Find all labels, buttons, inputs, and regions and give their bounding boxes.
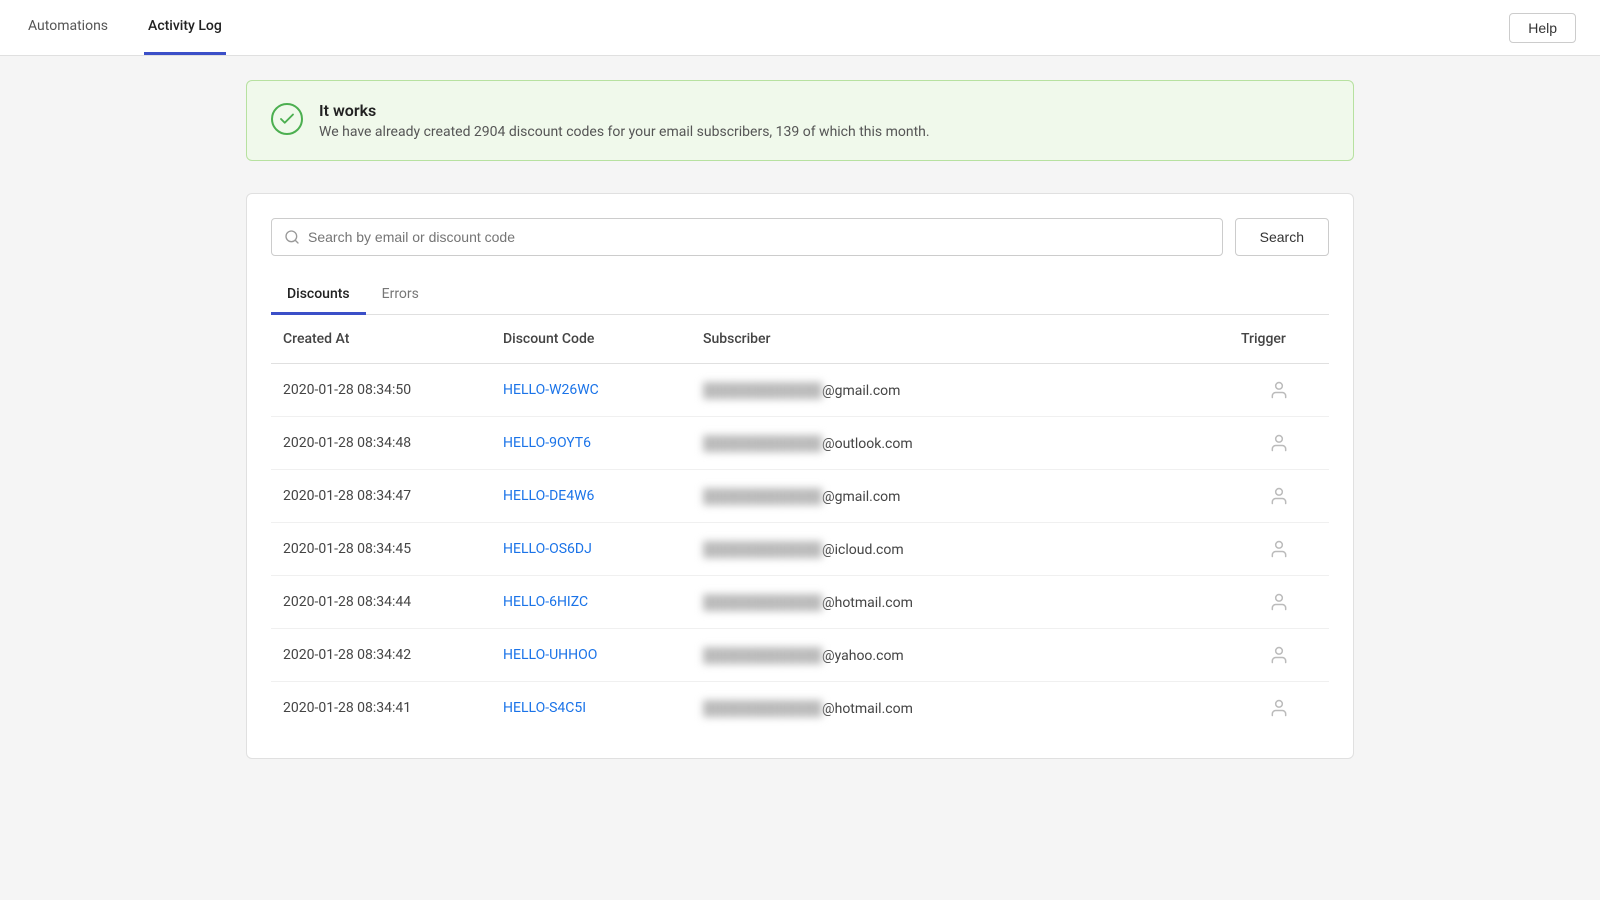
banner-title: It works [319,101,930,120]
table-row: 2020-01-28 08:34:44 HELLO-6HIZC ██████████… [271,576,1329,629]
cell-trigger [1229,629,1329,682]
subscriber-domain: @icloud.com [822,542,904,558]
subscriber-domain: @gmail.com [822,383,900,399]
subscriber-domain: @outlook.com [822,436,913,452]
cell-created-at: 2020-01-28 08:34:41 [271,682,491,735]
cell-created-at: 2020-01-28 08:34:44 [271,576,491,629]
subscriber-blurred: ████████████ [703,595,822,611]
person-icon [1241,539,1317,559]
person-icon [1241,645,1317,665]
cell-discount-code[interactable]: HELLO-W26WC [491,364,691,417]
person-icon [1241,698,1317,718]
table-row: 2020-01-28 08:34:48 HELLO-9OYT6 ██████████… [271,417,1329,470]
cell-subscriber: ████████████@yahoo.com [691,629,1229,682]
search-input-wrapper[interactable] [271,218,1223,256]
nav-tab-activity-log[interactable]: Activity Log [144,0,226,55]
tab-errors[interactable]: Errors [366,276,435,315]
subscriber-blurred: ████████████ [703,648,822,664]
cell-trigger [1229,682,1329,735]
table-row: 2020-01-28 08:34:47 HELLO-DE4W6 ██████████… [271,470,1329,523]
table-row: 2020-01-28 08:34:41 HELLO-S4C5I ██████████… [271,682,1329,735]
cell-discount-code[interactable]: HELLO-6HIZC [491,576,691,629]
subscriber-domain: @hotmail.com [822,595,913,611]
cell-discount-code[interactable]: HELLO-9OYT6 [491,417,691,470]
col-header-discount-code: Discount Code [491,315,691,364]
person-icon [1241,433,1317,453]
success-banner: It works We have already created 2904 di… [246,80,1354,161]
person-icon [1241,486,1317,506]
cell-subscriber: ████████████@icloud.com [691,523,1229,576]
cell-trigger [1229,470,1329,523]
cell-discount-code[interactable]: HELLO-OS6DJ [491,523,691,576]
discount-code-link[interactable]: HELLO-W26WC [503,382,599,398]
cell-trigger [1229,364,1329,417]
person-icon [1241,592,1317,612]
cell-created-at: 2020-01-28 08:34:50 [271,364,491,417]
cell-discount-code[interactable]: HELLO-S4C5I [491,682,691,735]
main-card: Search Discounts Errors Created At Disco… [246,193,1354,759]
top-nav: Automations Activity Log Help [0,0,1600,56]
nav-tabs: Automations Activity Log [24,0,226,55]
checkmark-icon [278,110,296,128]
discount-code-link[interactable]: HELLO-OS6DJ [503,541,592,557]
tab-bar: Discounts Errors [271,276,1329,315]
banner-body: We have already created 2904 discount co… [319,124,930,140]
search-icon [284,229,300,245]
cell-created-at: 2020-01-28 08:34:45 [271,523,491,576]
subscriber-blurred: ████████████ [703,436,822,452]
main-content: It works We have already created 2904 di… [230,56,1370,783]
discount-code-link[interactable]: HELLO-DE4W6 [503,488,594,504]
cell-subscriber: ████████████@gmail.com [691,470,1229,523]
subscriber-domain: @yahoo.com [822,648,904,664]
subscriber-blurred: ████████████ [703,542,822,558]
banner-text-block: It works We have already created 2904 di… [319,101,930,140]
search-button[interactable]: Search [1235,218,1329,256]
cell-subscriber: ████████████@outlook.com [691,417,1229,470]
search-row: Search [271,218,1329,256]
cell-trigger [1229,523,1329,576]
subscriber-domain: @gmail.com [822,489,900,505]
table-row: 2020-01-28 08:34:42 HELLO-UHHOO ██████████… [271,629,1329,682]
subscriber-blurred: ████████████ [703,383,822,399]
cell-subscriber: ████████████@hotmail.com [691,682,1229,735]
discount-code-link[interactable]: HELLO-6HIZC [503,594,588,610]
discount-code-link[interactable]: HELLO-UHHOO [503,647,597,663]
table-header-row: Created At Discount Code Subscriber Trig… [271,315,1329,364]
subscriber-blurred: ████████████ [703,489,822,505]
cell-discount-code[interactable]: HELLO-UHHOO [491,629,691,682]
subscriber-domain: @hotmail.com [822,701,913,717]
cell-trigger [1229,417,1329,470]
cell-discount-code[interactable]: HELLO-DE4W6 [491,470,691,523]
search-input[interactable] [308,219,1210,255]
discounts-table: Created At Discount Code Subscriber Trig… [271,315,1329,734]
col-header-trigger: Trigger [1229,315,1329,364]
cell-created-at: 2020-01-28 08:34:48 [271,417,491,470]
cell-created-at: 2020-01-28 08:34:42 [271,629,491,682]
tab-discounts[interactable]: Discounts [271,276,366,315]
discount-code-link[interactable]: HELLO-S4C5I [503,700,586,716]
cell-trigger [1229,576,1329,629]
col-header-created-at: Created At [271,315,491,364]
subscriber-blurred: ████████████ [703,701,822,717]
cell-subscriber: ████████████@hotmail.com [691,576,1229,629]
nav-tab-automations[interactable]: Automations [24,0,112,55]
person-icon [1241,380,1317,400]
discount-code-link[interactable]: HELLO-9OYT6 [503,435,591,451]
success-icon [271,103,303,135]
col-header-subscriber: Subscriber [691,315,1229,364]
cell-subscriber: ████████████@gmail.com [691,364,1229,417]
table-row: 2020-01-28 08:34:50 HELLO-W26WC ██████████… [271,364,1329,417]
cell-created-at: 2020-01-28 08:34:47 [271,470,491,523]
table-row: 2020-01-28 08:34:45 HELLO-OS6DJ ██████████… [271,523,1329,576]
help-button[interactable]: Help [1509,13,1576,43]
